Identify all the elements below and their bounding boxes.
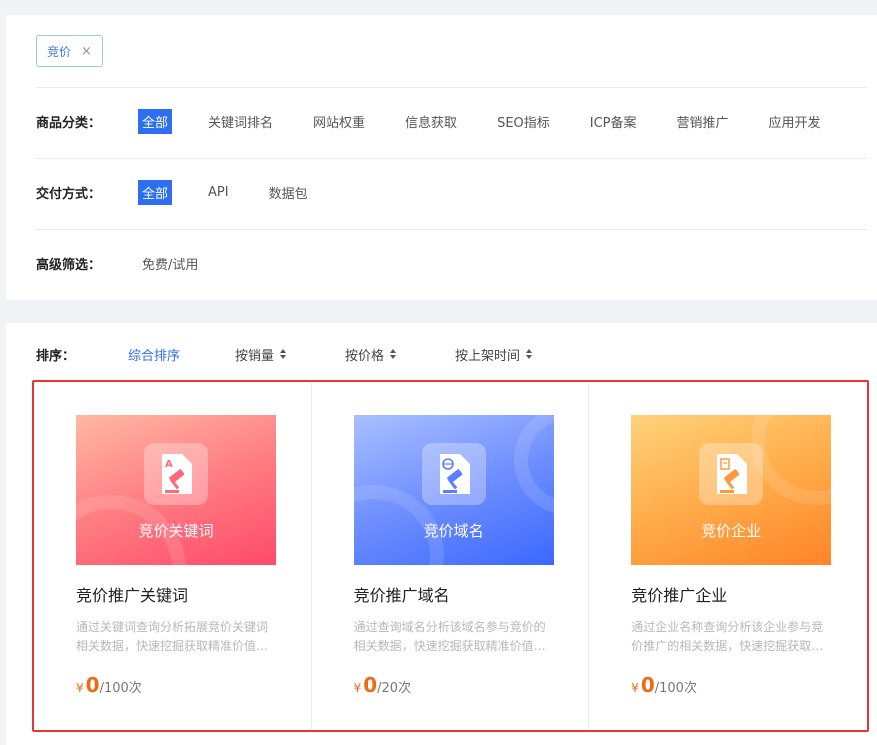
sort-by-price-label: 按价格 [345, 348, 385, 364]
category-option-marketing[interactable]: 营销推广 [673, 109, 733, 134]
sort-by-listing-time[interactable]: 按上架时间 [455, 345, 533, 364]
sort-by-sales-label: 按销量 [235, 348, 275, 364]
product-price: ¥ 0 /100次 [631, 673, 697, 697]
product-description: 通过关键词查询分析拓展竞价关键词相关数据，快速挖掘获取精准价值… [76, 620, 269, 653]
currency-symbol: ¥ [353, 681, 362, 695]
sort-arrows-icon [526, 349, 533, 359]
product-title[interactable]: 竞价推广域名 [354, 582, 450, 606]
price-unit: /20次 [377, 681, 412, 696]
advanced-option-free-trial[interactable]: 免费/试用 [138, 251, 202, 276]
delivery-option-data-package[interactable]: 数据包 [265, 180, 312, 205]
close-icon[interactable]: × [81, 45, 92, 58]
product-description: 通过查询域名分析该域名参与竞价的相关数据，快速挖掘获取精准价值… [353, 620, 546, 653]
category-filter-label: 商品分类： [36, 115, 102, 131]
active-filter-tag-label: 竞价 [47, 44, 72, 59]
advanced-filter-row: 高级筛选： 免费/试用 [36, 248, 867, 278]
category-option-site-weight[interactable]: 网站权重 [309, 109, 369, 134]
product-cover-title: 竞价域名 [423, 522, 484, 540]
category-filter-row: 商品分类： 全部 关键词排名 网站权重 信息获取 SEO指标 ICP备案 营销推… [36, 106, 867, 136]
product-cover[interactable]: A 竞价关键词 [76, 415, 276, 565]
product-list-panel: 排序： 综合排序 按销量 按价格 按上架时间 A 竞价关键词 竞价推广关键词 通… [6, 323, 877, 745]
auction-company-icon [699, 443, 764, 505]
product-card[interactable]: 竞价企业 竞价推广企业 通过企业名称查询分析该企业参与竞价推广的相关数据，快速挖… [589, 382, 867, 730]
sort-default-label: 综合排序 [128, 348, 181, 364]
advanced-filter-label: 高级筛选： [36, 257, 102, 273]
price-unit: /100次 [654, 681, 697, 696]
product-cover-title: 竞价企业 [701, 522, 762, 540]
sort-by-sales[interactable]: 按销量 [235, 345, 345, 364]
svg-text:A: A [165, 459, 173, 470]
delivery-filter-row: 交付方式： 全部 API 数据包 [36, 177, 867, 207]
product-cover-title: 竞价关键词 [138, 522, 214, 540]
product-title[interactable]: 竞价推广关键词 [76, 582, 188, 606]
auction-keyword-icon: A [144, 443, 208, 505]
product-title[interactable]: 竞价推广企业 [631, 582, 727, 606]
category-option-all[interactable]: 全部 [138, 108, 173, 134]
product-cards: A 竞价关键词 竞价推广关键词 通过关键词查询分析拓展竞价关键词相关数据，快速挖… [34, 382, 867, 730]
divider [36, 229, 867, 230]
sort-by-listing-time-label: 按上架时间 [455, 348, 521, 364]
divider [36, 87, 867, 88]
delivery-option-api[interactable]: API [204, 180, 233, 205]
category-option-info-fetch[interactable]: 信息获取 [401, 109, 461, 134]
price-value: 0 [85, 673, 100, 697]
auction-domain-icon [421, 443, 486, 505]
price-value: 0 [640, 673, 655, 697]
sort-bar: 排序： 综合排序 按销量 按价格 按上架时间 [36, 343, 533, 365]
product-price: ¥ 0 /20次 [354, 673, 412, 697]
currency-symbol: ¥ [76, 681, 84, 695]
category-option-keyword-rank[interactable]: 关键词排名 [204, 109, 277, 134]
divider [36, 158, 867, 159]
price-value: 0 [363, 673, 378, 697]
active-filter-tag[interactable]: 竞价 × [36, 35, 103, 67]
price-unit: /100次 [99, 681, 142, 696]
filter-panel: 竞价 × 商品分类： 全部 关键词排名 网站权重 信息获取 SEO指标 ICP备… [6, 15, 877, 300]
category-option-icp[interactable]: ICP备案 [586, 109, 641, 134]
product-price: ¥ 0 /100次 [76, 673, 142, 697]
product-cover[interactable]: 竞价域名 [353, 415, 554, 565]
sort-arrows-icon [280, 349, 287, 359]
delivery-filter-label: 交付方式： [36, 186, 102, 202]
sort-default[interactable]: 综合排序 [128, 345, 235, 364]
sort-by-price[interactable]: 按价格 [345, 345, 455, 364]
sort-arrows-icon [390, 349, 397, 359]
product-card[interactable]: A 竞价关键词 竞价推广关键词 通过关键词查询分析拓展竞价关键词相关数据，快速挖… [34, 382, 312, 730]
category-option-seo-metrics[interactable]: SEO指标 [493, 109, 554, 134]
category-option-app-dev[interactable]: 应用开发 [765, 109, 825, 134]
product-card[interactable]: 竞价域名 竞价推广域名 通过查询域名分析该域名参与竞价的相关数据，快速挖掘获取精… [312, 382, 590, 730]
sort-label: 排序： [36, 348, 76, 364]
product-cover[interactable]: 竞价企业 [631, 415, 832, 565]
product-description: 通过企业名称查询分析该企业参与竞价推广的相关数据，快速挖掘获取… [631, 620, 824, 653]
currency-symbol: ¥ [631, 681, 639, 695]
delivery-option-all[interactable]: 全部 [138, 179, 173, 205]
